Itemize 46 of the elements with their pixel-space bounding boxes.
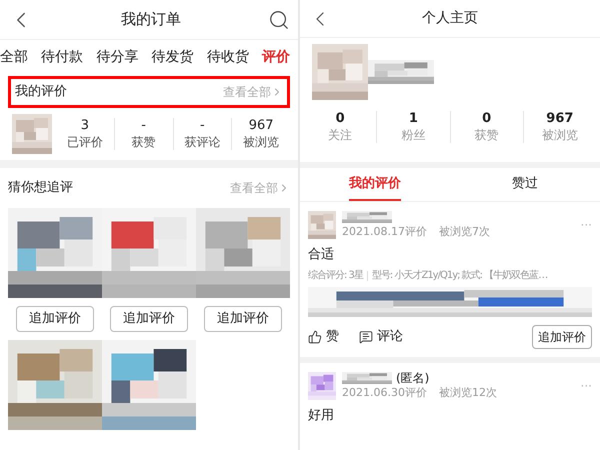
order-tab[interactable]: 待分享 xyxy=(96,46,138,68)
stat-label: 获赞 xyxy=(132,134,156,150)
add-review-button[interactable]: 追加评价 xyxy=(110,306,188,332)
like-button[interactable]: 赞 xyxy=(308,327,339,347)
rating-text: 综合评分: 3星 xyxy=(308,268,363,283)
thumbs-up-icon xyxy=(308,330,322,344)
stat-value: - xyxy=(200,118,205,134)
order-tab[interactable]: 待付款 xyxy=(41,46,84,68)
stat-value: 967 xyxy=(248,118,274,134)
stat-value: 0 xyxy=(336,111,345,127)
order-tab[interactable]: 待收货 xyxy=(206,46,249,68)
section-title: 猜你想追评 xyxy=(8,179,73,198)
profile-tab[interactable]: 赞过 xyxy=(512,168,538,201)
user-name: (匿名) xyxy=(396,370,430,387)
view-count: 被浏览7次 xyxy=(438,224,490,240)
screen-title: 个人主页 xyxy=(422,9,478,28)
review-text: 合适 xyxy=(308,246,335,264)
review-date: 2021.08.17评价 xyxy=(342,224,427,240)
profile-tab[interactable]: 我的评价 xyxy=(349,168,401,201)
stat-label: 关注 xyxy=(328,127,352,143)
comment-button[interactable]: 评论 xyxy=(359,327,403,347)
view-count: 被浏览12次 xyxy=(438,385,497,401)
stat-value: - xyxy=(141,118,146,134)
review-text: 好用 xyxy=(308,406,335,424)
stat-value: 0 xyxy=(482,111,492,127)
stat-label: 粉丝 xyxy=(401,127,426,143)
stat-value: 3 xyxy=(80,118,90,134)
order-tab[interactable]: 全部 xyxy=(0,46,28,68)
add-review-button[interactable]: 追加评价 xyxy=(204,306,282,332)
review-date: 2021.06.30评价 xyxy=(342,385,427,401)
comment-icon xyxy=(359,330,373,344)
order-tab[interactable]: 待发货 xyxy=(152,46,194,68)
add-review-button[interactable]: 追加评价 xyxy=(532,325,592,349)
product-details: 型号: 小天才Z1y/Q1y; 款式: 【牛奶双色蓝… xyxy=(372,268,548,283)
section-title: 我的评价 xyxy=(15,82,67,100)
screen-title: 我的订单 xyxy=(121,9,181,30)
stat-label: 已评价 xyxy=(66,134,103,150)
stat-label: 被浏览 xyxy=(243,134,280,150)
stat-value: 967 xyxy=(546,111,574,127)
add-review-button[interactable]: 追加评价 xyxy=(16,306,94,332)
stat-label: 被浏览 xyxy=(542,127,578,143)
stat-label: 获评论 xyxy=(184,134,220,150)
search-icon[interactable] xyxy=(268,8,290,30)
order-tab[interactable]: 评价 xyxy=(262,46,290,68)
stat-label: 获赞 xyxy=(474,127,499,143)
stat-value: 1 xyxy=(408,111,418,127)
